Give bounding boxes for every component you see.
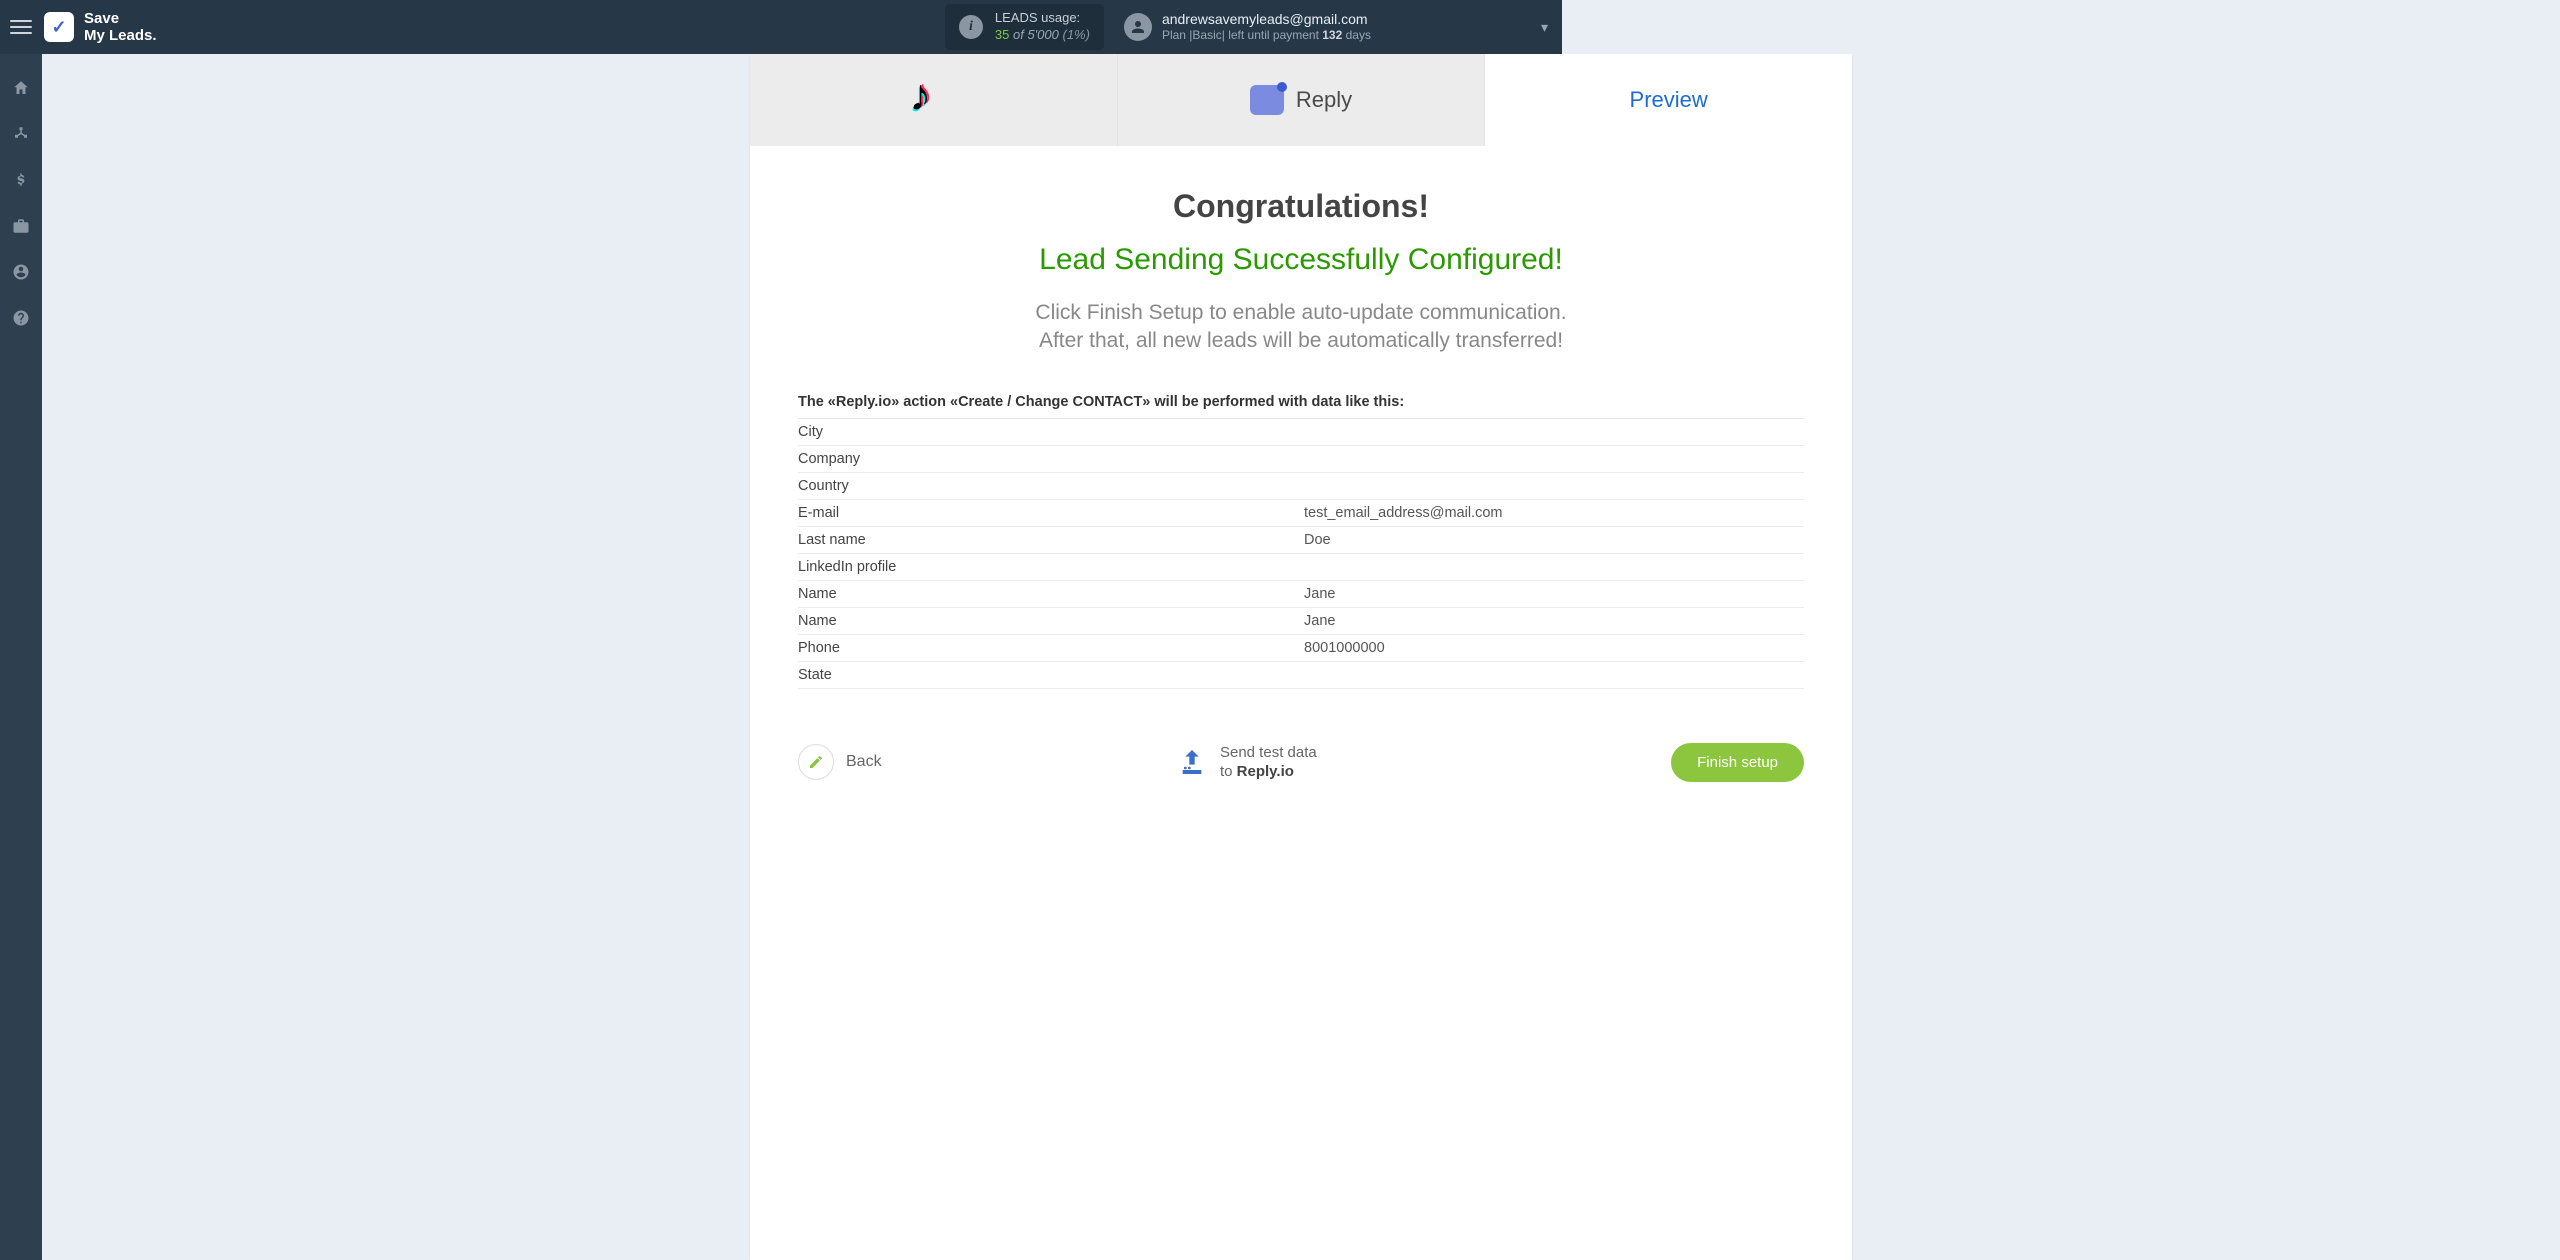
congrats-title: Congratulations! (790, 188, 1812, 225)
congrats-subtitle: Lead Sending Successfully Configured! (790, 243, 1812, 277)
table-row: City (798, 419, 1804, 446)
sidebar-home[interactable] (0, 68, 42, 108)
setup-card: ♪ ♪ ♪ Reply Preview Congratulations! Lea… (750, 54, 1852, 1260)
main-content: ♪ ♪ ♪ Reply Preview Congratulations! Lea… (42, 54, 2560, 1260)
table-row: NameJane (798, 581, 1804, 608)
app-header: ✓ Save My Leads. i LEADS usage: 35 of 5'… (0, 0, 1562, 54)
table-row: LinkedIn profile (798, 554, 1804, 581)
usage-value: 35 of 5'000 (1%) (995, 27, 1090, 44)
row-value (1304, 478, 1804, 494)
info-icon: i (959, 15, 983, 39)
row-key: Company (798, 451, 1304, 467)
user-plan: Plan |Basic| left until payment 132 days (1162, 28, 1371, 43)
table-row: State (798, 662, 1804, 689)
leads-usage-box[interactable]: i LEADS usage: 35 of 5'000 (1%) (945, 4, 1104, 50)
congrats-desc: Click Finish Setup to enable auto-update… (790, 299, 1812, 356)
sidebar-help[interactable] (0, 298, 42, 338)
app-logo-text: Save My Leads. (84, 10, 157, 45)
send-test-button[interactable]: Send test data to Reply.io (1176, 743, 1317, 782)
row-key: E-mail (798, 505, 1304, 521)
row-key: Last name (798, 532, 1304, 548)
step-dest-label: Reply (1296, 87, 1352, 113)
edit-icon (798, 744, 834, 780)
app-logo-icon: ✓ (44, 12, 74, 42)
table-row: Phone8001000000 (798, 635, 1804, 662)
chevron-down-icon[interactable]: ▾ (1541, 19, 1548, 36)
row-key: LinkedIn profile (798, 559, 1304, 575)
row-value (1304, 559, 1804, 575)
step-source[interactable]: ♪ ♪ ♪ (750, 54, 1118, 146)
table-row: NameJane (798, 608, 1804, 635)
row-key: City (798, 424, 1304, 440)
footer-row: Back Send test data to Reply.io Finish s… (750, 709, 1852, 800)
table-row: Country (798, 473, 1804, 500)
menu-toggle[interactable] (10, 16, 32, 38)
user-menu[interactable]: andrewsavemyleads@gmail.com Plan |Basic|… (1124, 11, 1548, 44)
data-caption: The «Reply.io» action «Create / Change C… (798, 384, 1804, 419)
row-key: Country (798, 478, 1304, 494)
avatar-icon (1124, 13, 1152, 41)
back-button[interactable]: Back (798, 744, 882, 780)
table-row: E-mailtest_email_address@mail.com (798, 500, 1804, 527)
table-row: Last nameDoe (798, 527, 1804, 554)
finish-setup-button[interactable]: Finish setup (1671, 743, 1804, 782)
sidebar-integrations[interactable] (0, 114, 42, 154)
row-value: Doe (1304, 532, 1804, 548)
send-test-label: Send test data to Reply.io (1220, 743, 1317, 782)
usage-label: LEADS usage: (995, 10, 1090, 27)
data-preview-section: The «Reply.io» action «Create / Change C… (750, 384, 1852, 709)
row-key: Name (798, 586, 1304, 602)
row-key: Name (798, 613, 1304, 629)
congrats-block: Congratulations! Lead Sending Successful… (750, 146, 1852, 384)
row-value (1304, 667, 1804, 683)
row-value (1304, 451, 1804, 467)
sidebar (0, 54, 42, 1260)
back-label: Back (846, 753, 882, 771)
tiktok-icon: ♪ ♪ ♪ (909, 74, 957, 126)
sidebar-account[interactable] (0, 252, 42, 292)
upload-icon (1176, 746, 1208, 778)
row-value: Jane (1304, 586, 1804, 602)
row-value: Jane (1304, 613, 1804, 629)
row-value: 8001000000 (1304, 640, 1804, 656)
sidebar-workspace[interactable] (0, 206, 42, 246)
user-email: andrewsavemyleads@gmail.com (1162, 11, 1371, 29)
check-icon: ✓ (51, 17, 66, 38)
step-preview[interactable]: Preview (1485, 54, 1852, 146)
row-key: State (798, 667, 1304, 683)
sidebar-billing[interactable] (0, 160, 42, 200)
reply-icon (1250, 85, 1284, 115)
table-row: Company (798, 446, 1804, 473)
step-preview-label: Preview (1630, 87, 1708, 113)
step-destination[interactable]: Reply (1118, 54, 1486, 146)
row-value: test_email_address@mail.com (1304, 505, 1804, 521)
row-value (1304, 424, 1804, 440)
row-key: Phone (798, 640, 1304, 656)
steps-row: ♪ ♪ ♪ Reply Preview (750, 54, 1852, 146)
